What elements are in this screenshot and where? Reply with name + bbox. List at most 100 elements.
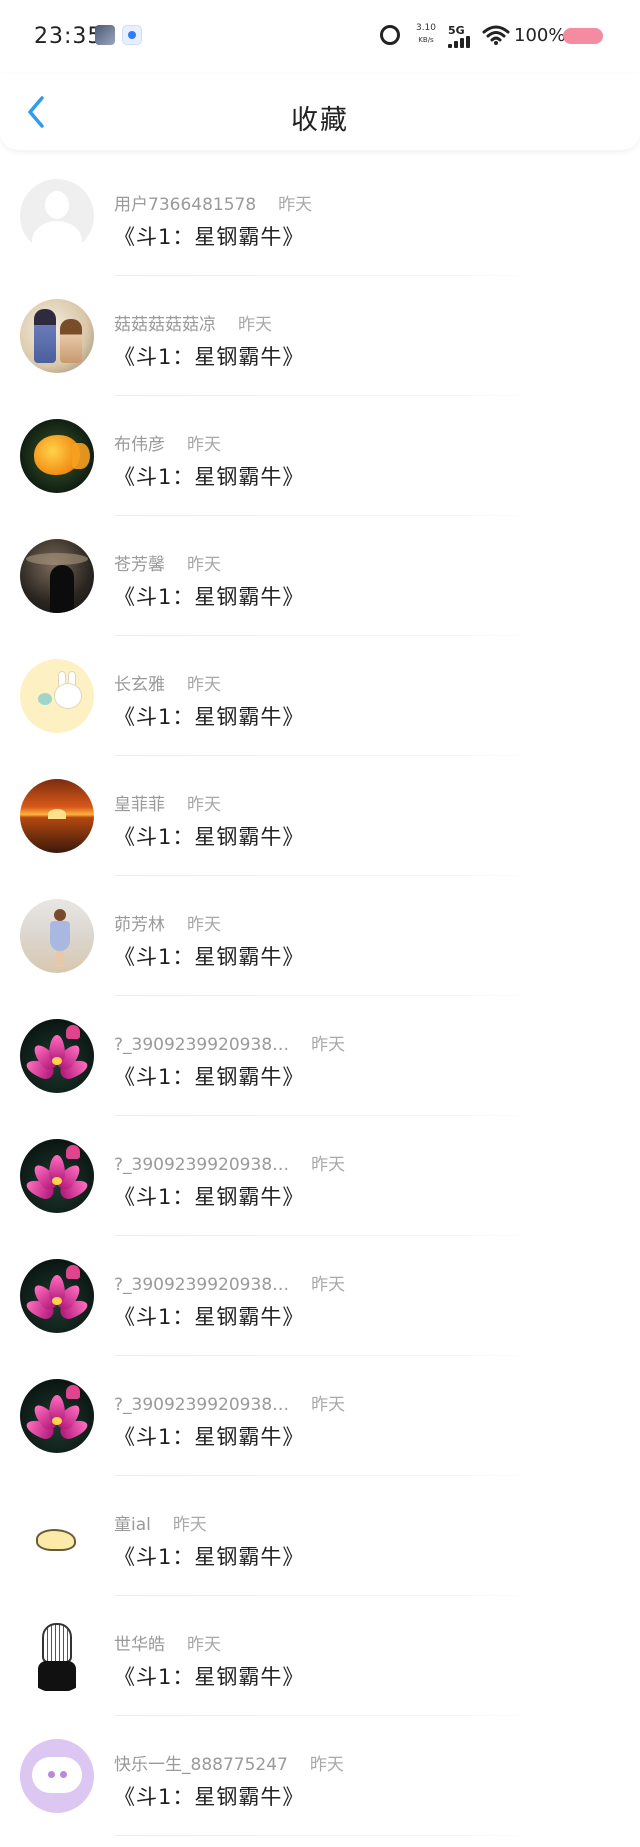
top-navigation-bar: 收藏 xyxy=(0,74,640,150)
page-title: 收藏 xyxy=(291,105,349,136)
list-item[interactable]: 长玄雅 昨天《斗1：星钢霸牛》 xyxy=(0,636,640,756)
battery-percentage: 100% xyxy=(514,25,566,46)
item-meta: 茆芳林 昨天 xyxy=(114,910,221,935)
item-title[interactable]: 《斗1：星钢霸牛》 xyxy=(114,1421,304,1451)
item-meta: 长玄雅 昨天 xyxy=(114,670,221,695)
divider xyxy=(114,1835,540,1836)
list-item[interactable]: 苍芳馨 昨天《斗1：星钢霸牛》 xyxy=(0,516,640,636)
item-title[interactable]: 《斗1：星钢霸牛》 xyxy=(114,581,304,611)
user-name[interactable]: 快乐一生_888775247 xyxy=(114,1755,288,1775)
item-title[interactable]: 《斗1：星钢霸牛》 xyxy=(114,941,304,971)
avatar[interactable] xyxy=(20,899,94,973)
timestamp: 昨天 xyxy=(187,795,221,815)
timestamp: 昨天 xyxy=(187,1635,221,1655)
item-title[interactable]: 《斗1：星钢霸牛》 xyxy=(114,221,304,251)
item-title[interactable]: 《斗1：星钢霸牛》 xyxy=(114,1781,304,1811)
avatar[interactable] xyxy=(20,1379,94,1453)
avatar[interactable] xyxy=(20,299,94,373)
item-title[interactable]: 《斗1：星钢霸牛》 xyxy=(114,1301,304,1331)
avatar[interactable] xyxy=(20,1019,94,1093)
list-item[interactable]: 快乐一生_888775247 昨天 《斗1：星钢霸牛》 xyxy=(0,1716,640,1836)
avatar[interactable] xyxy=(20,1499,94,1573)
list-item[interactable]: 茆芳林 昨天《斗1：星钢霸牛》 xyxy=(0,876,640,996)
user-name[interactable]: ?_3909239920938… xyxy=(114,1275,289,1295)
user-name[interactable]: 长玄雅 xyxy=(114,675,165,695)
list-item[interactable]: ?_3909239920938… 昨天 《斗1：星钢霸牛》 xyxy=(0,996,640,1116)
user-name[interactable]: ?_3909239920938… xyxy=(114,1155,289,1175)
timestamp: 昨天 xyxy=(187,435,221,455)
status-bar: 23:35 3.10 KB/s 5G 100% xyxy=(0,0,640,74)
timestamp: 昨天 xyxy=(311,1275,346,1295)
item-meta: 童ial 昨天 xyxy=(114,1510,207,1535)
item-meta: 菇菇菇菇菇凉 昨天 xyxy=(114,310,272,335)
user-name[interactable]: ?_3909239920938… xyxy=(114,1035,289,1055)
item-meta: 用户7366481578 昨天 xyxy=(114,190,312,215)
avatar[interactable] xyxy=(20,1619,94,1693)
avatar[interactable] xyxy=(20,1259,94,1333)
network-speed-value: 3.10 xyxy=(415,23,437,33)
avatar[interactable] xyxy=(20,539,94,613)
user-name[interactable]: 苍芳馨 xyxy=(114,555,165,575)
list-item[interactable]: 童ial 昨天《斗1：星钢霸牛》 xyxy=(0,1476,640,1596)
timestamp: 昨天 xyxy=(238,315,272,335)
user-name[interactable]: 童ial xyxy=(114,1515,151,1535)
list-item[interactable]: 布伟彦 昨天《斗1：星钢霸牛》 xyxy=(0,396,640,516)
item-title[interactable]: 《斗1：星钢霸牛》 xyxy=(114,1541,304,1571)
list-item[interactable]: ?_3909239920938… 昨天 《斗1：星钢霸牛》 xyxy=(0,1236,640,1356)
network-speed-unit: KB/s xyxy=(418,36,434,44)
timestamp: 昨天 xyxy=(278,195,313,215)
list-item[interactable]: 世华皓 昨天《斗1：星钢霸牛》 xyxy=(0,1596,640,1716)
avatar[interactable] xyxy=(20,779,94,853)
avatar[interactable] xyxy=(20,1139,94,1213)
browser-notification-icon xyxy=(122,25,142,45)
network-speed: 3.10 KB/s xyxy=(412,22,440,46)
user-name[interactable]: 皇菲菲 xyxy=(114,795,165,815)
item-meta: ?_3909239920938… 昨天 xyxy=(114,1390,345,1415)
wifi-icon xyxy=(482,25,510,45)
timestamp: 昨天 xyxy=(172,1515,207,1535)
list-item[interactable]: 菇菇菇菇菇凉 昨天《斗1：星钢霸牛》 xyxy=(0,276,640,396)
item-meta: ?_3909239920938… 昨天 xyxy=(114,1150,345,1175)
user-name[interactable]: ?_3909239920938… xyxy=(114,1395,289,1415)
item-title[interactable]: 《斗1：星钢霸牛》 xyxy=(114,1061,304,1091)
user-name[interactable]: 茆芳林 xyxy=(114,915,165,935)
list-item[interactable]: 用户7366481578 昨天《斗1：星钢霸牛》 xyxy=(0,156,640,276)
item-title[interactable]: 《斗1：星钢霸牛》 xyxy=(114,1181,304,1211)
avatar[interactable] xyxy=(20,1739,94,1813)
user-name[interactable]: 布伟彦 xyxy=(114,435,165,455)
item-title[interactable]: 《斗1：星钢霸牛》 xyxy=(114,1661,304,1691)
item-meta: 快乐一生_888775247 昨天 xyxy=(114,1750,344,1775)
item-title[interactable]: 《斗1：星钢霸牛》 xyxy=(114,461,304,491)
status-time: 23:35 xyxy=(34,24,103,49)
item-meta: 世华皓 昨天 xyxy=(114,1630,221,1655)
item-meta: ?_3909239920938… 昨天 xyxy=(114,1030,345,1055)
user-name[interactable]: 世华皓 xyxy=(114,1635,165,1655)
item-meta: 布伟彦 昨天 xyxy=(114,430,221,455)
item-meta: 皇菲菲 昨天 xyxy=(114,790,221,815)
item-title[interactable]: 《斗1：星钢霸牛》 xyxy=(114,701,304,731)
list-item[interactable]: ?_3909239920938… 昨天 《斗1：星钢霸牛》 xyxy=(0,1116,640,1236)
user-name[interactable]: 菇菇菇菇菇凉 xyxy=(114,315,216,335)
timestamp: 昨天 xyxy=(311,1395,346,1415)
timestamp: 昨天 xyxy=(311,1155,346,1175)
favorites-list: 用户7366481578 昨天 《斗1：星钢霸牛》 菇菇菇菇菇凉 昨天 《斗1：星钢霸牛》… xyxy=(0,156,640,1836)
timestamp: 昨天 xyxy=(187,675,221,695)
item-meta: 苍芳馨 昨天 xyxy=(114,550,221,575)
list-item[interactable]: 皇菲菲 昨天《斗1：星钢霸牛》 xyxy=(0,756,640,876)
avatar[interactable] xyxy=(20,419,94,493)
app-notification-icon xyxy=(95,25,115,45)
timestamp: 昨天 xyxy=(311,1035,346,1055)
item-meta: ?_3909239920938… 昨天 xyxy=(114,1270,345,1295)
battery-icon xyxy=(563,28,603,44)
timestamp: 昨天 xyxy=(187,915,221,935)
cellular-signal-icon xyxy=(448,36,474,48)
timestamp: 昨天 xyxy=(187,555,221,575)
user-name[interactable]: 用户7366481578 xyxy=(114,195,256,215)
timestamp: 昨天 xyxy=(309,1755,344,1775)
avatar[interactable] xyxy=(20,659,94,733)
avatar[interactable] xyxy=(20,179,94,253)
alarm-icon xyxy=(380,25,400,45)
item-title[interactable]: 《斗1：星钢霸牛》 xyxy=(114,821,304,851)
item-title[interactable]: 《斗1：星钢霸牛》 xyxy=(114,341,304,371)
list-item[interactable]: ?_3909239920938… 昨天 《斗1：星钢霸牛》 xyxy=(0,1356,640,1476)
